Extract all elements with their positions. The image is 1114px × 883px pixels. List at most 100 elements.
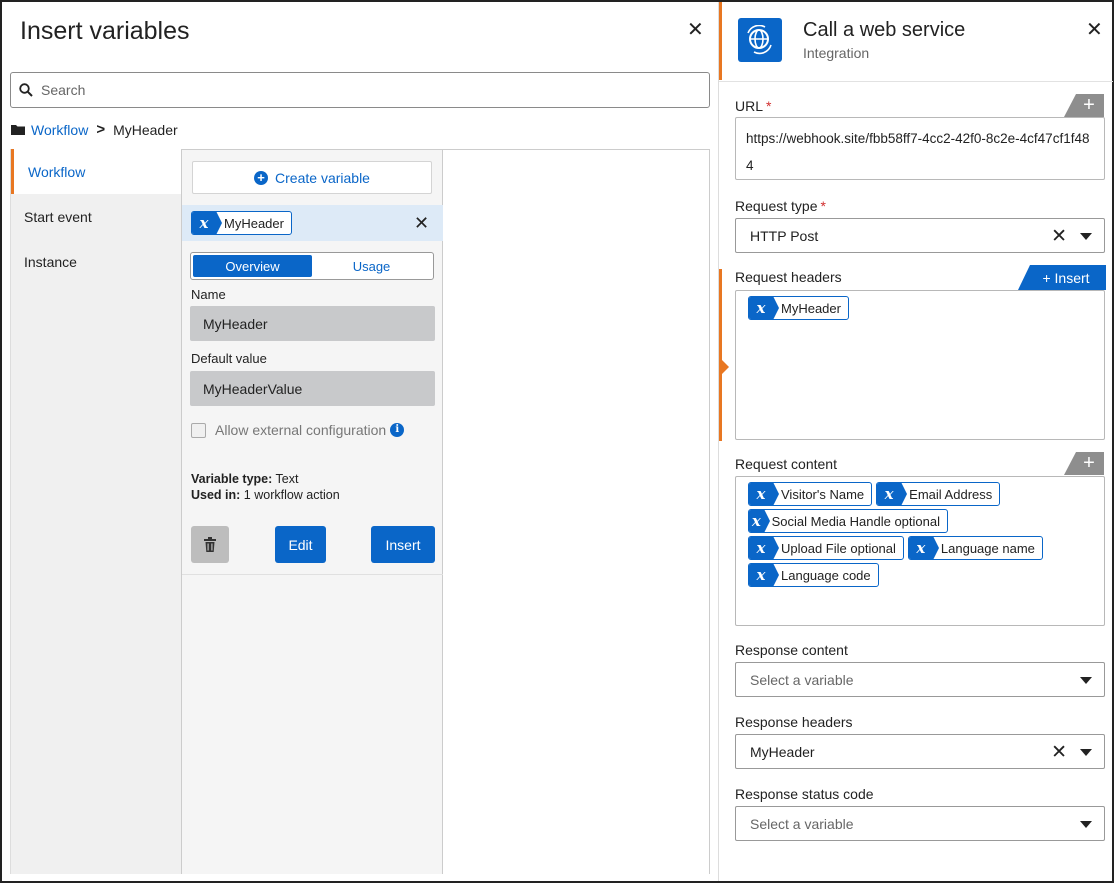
active-field-arrow — [722, 360, 729, 374]
response-headers-value: MyHeader — [750, 743, 815, 760]
nav-item-instance[interactable]: Instance — [11, 239, 181, 284]
edit-button[interactable]: Edit — [275, 526, 326, 563]
close-icon[interactable]: ✕ — [1086, 20, 1103, 40]
info-icon[interactable]: i — [390, 423, 405, 437]
request-type-select[interactable]: HTTP Post ✕ — [735, 218, 1105, 253]
variable-icon: x — [749, 537, 779, 559]
used-in-label: Used in: — [191, 488, 241, 502]
url-label-text: URL — [735, 98, 764, 114]
folder-icon — [11, 125, 25, 135]
variable-chip[interactable]: x Email Address — [876, 482, 1001, 506]
insert-variables-panel: Insert variables ✕ Workflow > MyHeader W… — [2, 2, 718, 881]
plus-circle-icon: + — [254, 170, 269, 185]
used-in-text: Used in: 1 workflow action — [191, 488, 340, 502]
variable-type-label: Variable type: — [191, 472, 273, 486]
close-icon[interactable]: ✕ — [687, 20, 704, 40]
panel-title: Insert variables — [20, 17, 190, 45]
request-type-value: HTTP Post — [750, 227, 819, 244]
create-variable-label: Create variable — [275, 169, 370, 186]
variable-icon: x — [749, 510, 770, 532]
accent-bar — [719, 2, 722, 80]
deselect-close-icon[interactable]: ✕ — [414, 214, 429, 232]
delete-button[interactable] — [191, 526, 229, 563]
response-status-select[interactable]: Select a variable — [735, 806, 1105, 841]
variable-list-column: + Create variable x MyHeader ✕ Overview … — [181, 149, 443, 874]
allow-external-checkbox[interactable] — [191, 422, 206, 438]
variable-chip[interactable]: x Language name — [907, 536, 1043, 560]
action-subtitle: Integration — [803, 45, 870, 61]
allow-external-label: Allow external configuration — [215, 422, 387, 438]
tab-overview[interactable]: Overview — [193, 255, 312, 277]
insert-tab-label: Insert — [1054, 269, 1090, 286]
variable-chip-label: Visitor's Name — [781, 486, 865, 502]
variable-icon: x — [192, 212, 222, 234]
variable-chip[interactable]: x Upload File optional — [748, 536, 904, 560]
breadcrumb-current: MyHeader — [113, 121, 178, 138]
variable-icon: x — [908, 537, 939, 559]
variable-chip[interactable]: x MyHeader — [748, 296, 849, 320]
response-headers-label: Response headers — [735, 714, 853, 730]
search-icon — [19, 83, 33, 97]
variable-icon: x — [749, 564, 779, 586]
create-variable-button[interactable]: + Create variable — [192, 161, 432, 194]
allow-external-row: Allow external configuration i — [191, 422, 405, 438]
used-in-value: 1 workflow action — [240, 488, 340, 502]
selected-variable-row[interactable]: x MyHeader ✕ — [182, 205, 443, 241]
action-title: Call a web service — [803, 19, 966, 41]
variable-chip-label: Upload File optional — [781, 540, 896, 556]
response-content-placeholder: Select a variable — [750, 671, 854, 688]
tab-usage[interactable]: Usage — [312, 255, 431, 277]
active-field-marker — [719, 269, 722, 441]
variable-chip-label: MyHeader — [224, 215, 284, 231]
search-input[interactable] — [39, 81, 679, 99]
nav-item-start-event[interactable]: Start event — [11, 194, 181, 239]
default-value-label: Default value — [191, 351, 267, 366]
divider — [182, 574, 443, 575]
breadcrumb-workflow-link[interactable]: Workflow — [31, 122, 88, 138]
caret-down-icon[interactable] — [1080, 821, 1092, 828]
clear-icon[interactable]: ✕ — [1051, 741, 1067, 764]
variable-chip[interactable]: x Language code — [748, 563, 879, 587]
caret-down-icon[interactable] — [1080, 233, 1092, 240]
request-headers-field[interactable]: x MyHeader — [735, 290, 1105, 440]
variable-chip-label: MyHeader — [781, 300, 841, 316]
variable-chip[interactable]: x Social Media Handle optional — [748, 509, 948, 533]
request-type-label: Request type * — [735, 198, 826, 214]
variable-chip-label: Language name — [940, 540, 1035, 556]
default-value-field: MyHeaderValue — [190, 371, 435, 406]
variable-icon: x — [749, 297, 779, 319]
url-value: https://webhook.site/fbb58ff7-4cc2-42f0-… — [746, 131, 1090, 173]
insert-variable-tab[interactable]: + Insert — [1018, 265, 1106, 290]
variable-chip[interactable]: x MyHeader — [191, 211, 292, 235]
response-headers-select[interactable]: MyHeader ✕ — [735, 734, 1105, 769]
variable-chip-label: Social Media Handle optional — [771, 513, 940, 529]
url-add-variable-button[interactable]: + — [1064, 94, 1104, 117]
web-service-icon — [738, 18, 782, 62]
variable-icon: x — [749, 483, 779, 505]
caret-down-icon[interactable] — [1080, 677, 1092, 684]
request-type-label-text: Request type — [735, 198, 818, 214]
variable-chip[interactable]: x Visitor's Name — [748, 482, 873, 506]
name-field: MyHeader — [190, 306, 435, 341]
empty-detail-column — [443, 149, 710, 874]
variable-type-text: Variable type: Text — [191, 472, 298, 486]
variable-icon: x — [877, 483, 908, 505]
breadcrumb: Workflow > MyHeader — [11, 121, 178, 138]
clear-icon[interactable]: ✕ — [1051, 225, 1067, 248]
request-headers-label: Request headers — [735, 269, 842, 285]
variable-chip-label: Email Address — [909, 486, 993, 502]
search-box[interactable] — [10, 72, 710, 108]
request-content-field[interactable]: x Visitor's Name x Email Address x Social M… — [735, 476, 1105, 626]
response-content-select[interactable]: Select a variable — [735, 662, 1105, 697]
header-divider — [719, 81, 1113, 82]
nav-item-workflow[interactable]: Workflow — [11, 149, 181, 194]
response-content-label: Response content — [735, 642, 848, 658]
caret-down-icon[interactable] — [1080, 749, 1092, 756]
insert-button[interactable]: Insert — [371, 526, 435, 563]
chevron-right-icon: > — [96, 121, 106, 138]
response-status-placeholder: Select a variable — [750, 815, 854, 832]
content-add-variable-button[interactable]: + — [1064, 452, 1104, 475]
trash-icon — [204, 537, 216, 552]
url-field[interactable]: https://webhook.site/fbb58ff7-4cc2-42f0-… — [735, 117, 1105, 180]
category-nav: Workflow Start event Instance — [10, 149, 181, 874]
